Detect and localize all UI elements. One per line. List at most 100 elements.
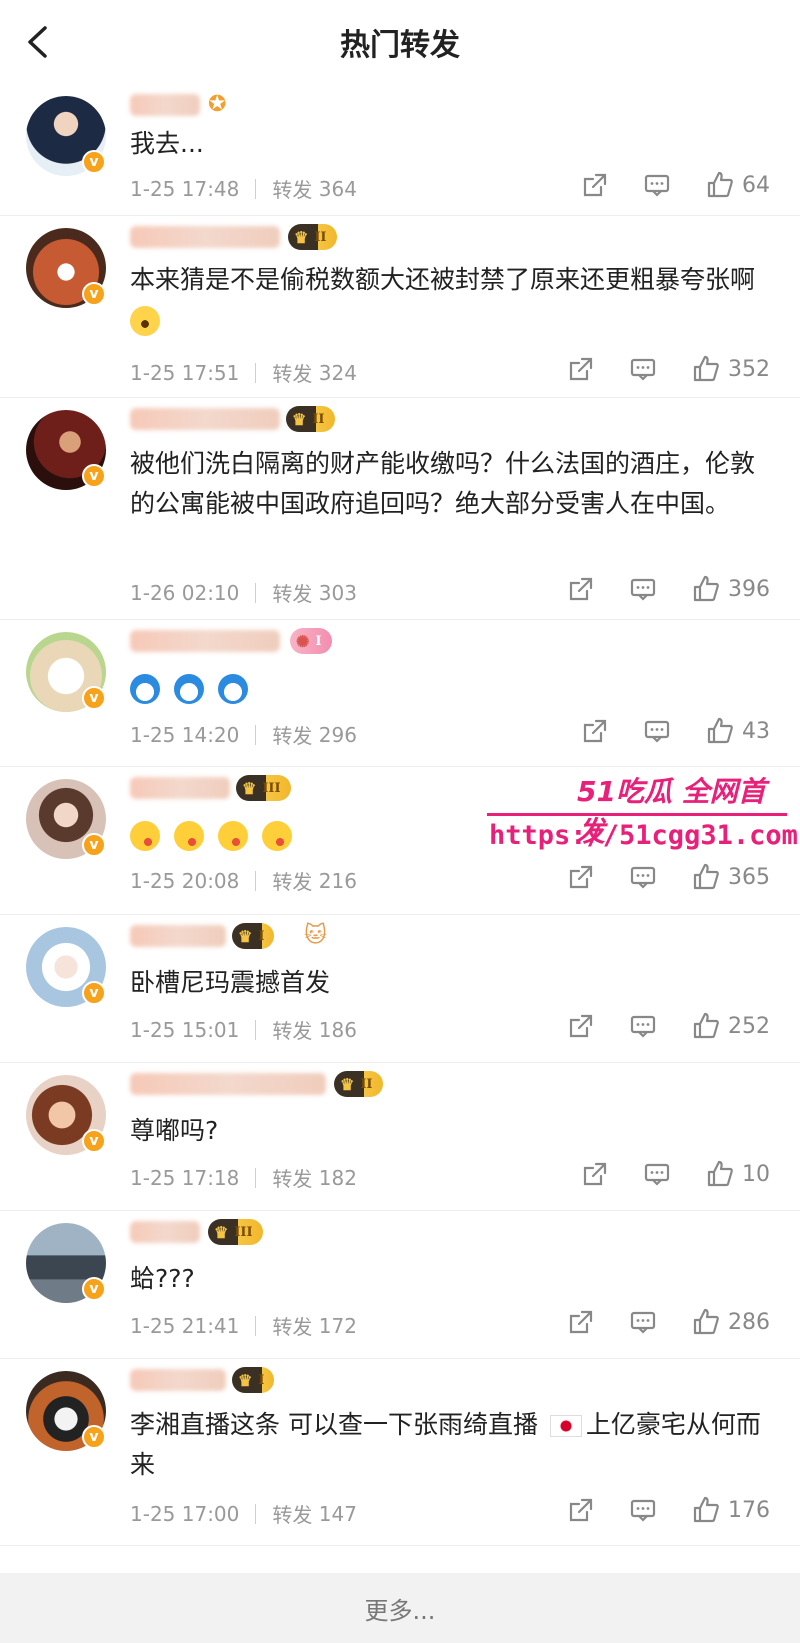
thumbs-up-icon bbox=[707, 1160, 733, 1187]
divider bbox=[255, 582, 257, 603]
username-blurred[interactable] bbox=[130, 408, 280, 430]
comment-meta: 1-25 21:41 转发 172 bbox=[130, 1311, 357, 1340]
username-blurred[interactable] bbox=[130, 226, 280, 248]
comment-icon bbox=[644, 720, 670, 743]
repost-count: 303 bbox=[318, 580, 357, 605]
share-icon bbox=[569, 1014, 593, 1038]
timestamp: 1-25 17:00 bbox=[130, 1501, 240, 1526]
comment-button[interactable] bbox=[643, 717, 671, 745]
like-button[interactable]: 252 bbox=[691, 1011, 770, 1041]
comment-button[interactable] bbox=[643, 1160, 671, 1188]
level-badge: ♛ III bbox=[208, 1219, 263, 1245]
crown-icon: ♛ bbox=[238, 926, 253, 946]
watermark-url: https://51cgg31.com bbox=[489, 820, 798, 851]
username-blurred[interactable] bbox=[130, 777, 230, 799]
load-more-button[interactable]: 更多... bbox=[0, 1573, 800, 1643]
timestamp: 1-25 17:48 bbox=[130, 176, 240, 201]
like-count: 396 bbox=[728, 576, 770, 602]
divider bbox=[255, 1503, 257, 1524]
cat-icon: 🐱 bbox=[304, 923, 327, 948]
timestamp: 1-25 20:08 bbox=[130, 868, 240, 893]
username-blurred[interactable] bbox=[130, 630, 280, 652]
doraemon-emoji-icon bbox=[217, 674, 248, 704]
like-button[interactable]: 396 bbox=[691, 574, 770, 604]
divider bbox=[255, 724, 257, 745]
level-badge: ✺ I bbox=[290, 628, 332, 654]
crab-icon: ✺ bbox=[296, 631, 310, 651]
thumbs-up-icon bbox=[693, 575, 719, 602]
thumbs-up-icon bbox=[693, 1308, 719, 1335]
comment-text: 被他们洗白隔离的财产能收缴吗？什么法国的酒庄，伦敦的公寓能被中国政府追回吗？绝大… bbox=[130, 449, 756, 518]
comment-meta: 1-25 20:08 转发 216 bbox=[130, 866, 357, 895]
repost-label: 转发 bbox=[272, 582, 313, 606]
repost-label: 转发 bbox=[272, 724, 313, 748]
username-blurred[interactable] bbox=[130, 1369, 226, 1391]
repost-label: 转发 bbox=[272, 870, 313, 894]
action-bar: 365 bbox=[533, 862, 770, 892]
share-button[interactable] bbox=[567, 1308, 595, 1336]
share-button[interactable] bbox=[567, 1012, 595, 1040]
username-blurred[interactable] bbox=[130, 1221, 200, 1243]
comment-text: 卧槽尼玛震撼首发 bbox=[130, 968, 331, 997]
share-button[interactable] bbox=[567, 575, 595, 603]
repost-label: 转发 bbox=[272, 178, 313, 202]
yummy-face-icon bbox=[130, 821, 160, 851]
like-button[interactable]: 64 bbox=[705, 170, 770, 200]
back-chevron-icon[interactable] bbox=[18, 22, 58, 62]
comment-icon bbox=[630, 1015, 656, 1038]
crown-icon: ♛ bbox=[242, 778, 257, 798]
like-button[interactable]: 286 bbox=[691, 1307, 770, 1337]
action-bar: 64 bbox=[547, 170, 770, 200]
level-badge: ♛ II bbox=[286, 406, 335, 432]
divider bbox=[255, 178, 257, 199]
action-bar: 252 bbox=[533, 1011, 770, 1041]
share-button[interactable] bbox=[567, 863, 595, 891]
username-blurred[interactable] bbox=[130, 94, 200, 116]
shocked-face-icon bbox=[130, 306, 160, 336]
verified-badge-icon: v bbox=[82, 686, 106, 710]
comment-button[interactable] bbox=[629, 1308, 657, 1336]
list-item: v ♛ II 尊嘟吗? 1-25 17:18 转发 182 10 bbox=[0, 1063, 800, 1211]
yummy-face-icon bbox=[217, 821, 248, 851]
action-bar: 286 bbox=[533, 1307, 770, 1337]
like-button[interactable]: 352 bbox=[691, 354, 770, 384]
like-button[interactable]: 10 bbox=[705, 1159, 770, 1189]
repost-count: 364 bbox=[318, 176, 357, 201]
verified-badge-icon: v bbox=[82, 1129, 106, 1153]
comment-meta: 1-26 02:10 转发 303 bbox=[130, 578, 357, 607]
list-item: v ♛ I 李湘直播这条 可以查一下张雨绮直播 上亿豪宅从何而来 1-25 17:… bbox=[0, 1359, 800, 1546]
username-blurred[interactable] bbox=[130, 925, 226, 947]
repost-label: 转发 bbox=[272, 1315, 313, 1339]
comment-button[interactable] bbox=[629, 575, 657, 603]
repost-label: 转发 bbox=[272, 1503, 313, 1527]
like-count: 176 bbox=[728, 1497, 770, 1523]
share-button[interactable] bbox=[581, 171, 609, 199]
repost-label: 转发 bbox=[272, 1167, 313, 1191]
comment-button[interactable] bbox=[629, 355, 657, 383]
action-bar: 176 bbox=[533, 1495, 770, 1525]
share-button[interactable] bbox=[581, 1160, 609, 1188]
comment-button[interactable] bbox=[629, 863, 657, 891]
username-blurred[interactable] bbox=[130, 1073, 326, 1095]
share-icon bbox=[583, 173, 607, 197]
timestamp: 1-25 21:41 bbox=[130, 1313, 240, 1338]
watermark-divider bbox=[487, 813, 787, 816]
like-button[interactable]: 43 bbox=[705, 716, 770, 746]
divider bbox=[255, 870, 257, 891]
thumbs-up-icon bbox=[707, 171, 733, 198]
comment-button[interactable] bbox=[629, 1012, 657, 1040]
comment-button[interactable] bbox=[629, 1496, 657, 1524]
share-button[interactable] bbox=[567, 355, 595, 383]
share-button[interactable] bbox=[567, 1496, 595, 1524]
like-button[interactable]: 365 bbox=[691, 862, 770, 892]
action-bar: 396 bbox=[533, 574, 770, 604]
like-count: 43 bbox=[742, 718, 770, 744]
comment-button[interactable] bbox=[643, 171, 671, 199]
verified-badge-icon: v bbox=[82, 1277, 106, 1301]
list-item: v ✺ I 1-25 14:20 转发 296 43 bbox=[0, 620, 800, 767]
repost-count: 172 bbox=[318, 1313, 357, 1338]
watermark-overlay: 51吃瓜 全网首发 https://51cgg31.com bbox=[487, 770, 798, 860]
verified-badge-icon: v bbox=[82, 833, 106, 857]
share-button[interactable] bbox=[581, 717, 609, 745]
like-button[interactable]: 176 bbox=[691, 1495, 770, 1525]
